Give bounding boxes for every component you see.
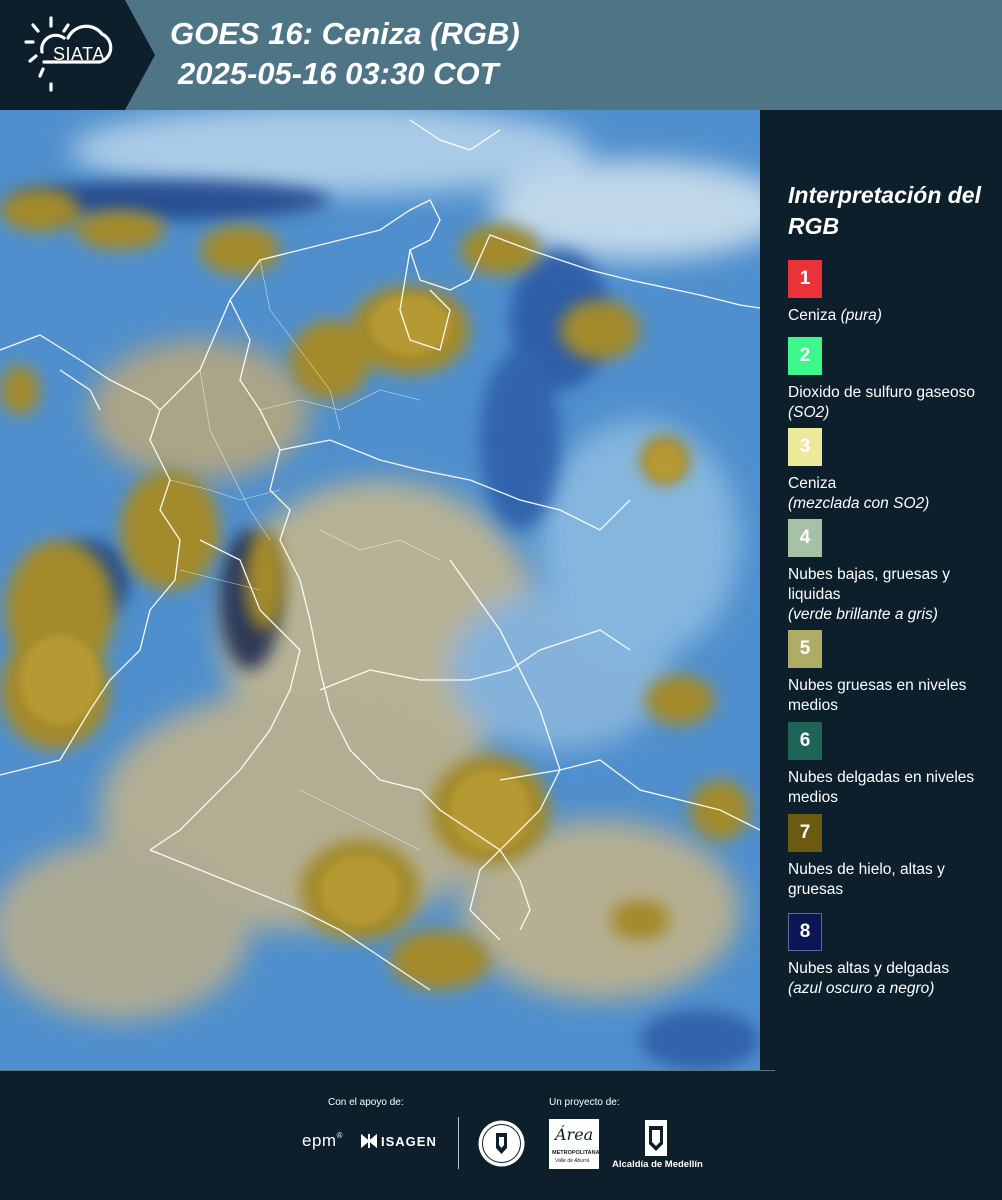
legend-item-7: 7 Nubes de hielo, altas y gruesas <box>788 814 993 900</box>
area-logo-line3: Valle de Aburrá <box>555 1158 590 1164</box>
legend-label: Nubes delgadas en niveles medios <box>788 768 993 808</box>
legend-swatch: 8 <box>788 913 822 951</box>
area-logo-word: Área <box>555 1125 594 1144</box>
support-label: Con el apoyo de: <box>328 1097 404 1108</box>
legend-note: (mezclada con SO2) <box>788 495 930 512</box>
satellite-image <box>0 110 760 1070</box>
legend-label-text: Ceniza <box>788 307 837 324</box>
epm-logo: epm® <box>302 1131 343 1150</box>
legend-note: (verde brillante a gris) <box>788 606 938 623</box>
project-label: Un proyecto de: <box>549 1097 620 1108</box>
legend-number: 2 <box>799 345 811 366</box>
legend-swatch: 6 <box>788 722 822 760</box>
legend-label: Nubes bajas, gruesas y liquidas (verde br… <box>788 565 993 625</box>
legend-number: 6 <box>799 730 811 751</box>
footer-divider <box>0 1070 775 1071</box>
legend-label-text: Nubes bajas, gruesas y liquidas <box>788 566 950 603</box>
footer-vertical-divider <box>458 1117 459 1169</box>
legend-label-text: Dioxido de sulfuro gaseoso <box>788 384 975 401</box>
legend-swatch: 4 <box>788 519 822 557</box>
legend-item-6: 6 Nubes delgadas en niveles medios <box>788 722 993 808</box>
legend-note: (azul oscuro a negro) <box>788 980 935 997</box>
legend-label-text: Ceniza <box>788 475 837 492</box>
legend-swatch: 5 <box>788 630 822 668</box>
legend-number: 3 <box>799 436 811 457</box>
legend-note: (SO2) <box>788 404 830 421</box>
legend-item-8: 8 Nubes altas y delgadas (azul oscuro a n… <box>788 913 993 999</box>
legend-item-2: 2 Dioxido de sulfuro gaseoso (SO2) <box>788 337 993 423</box>
legend-item-3: 3 Ceniza (mezclada con SO2) <box>788 428 993 514</box>
legend-number: 7 <box>799 822 811 843</box>
university-seal-icon <box>478 1120 525 1167</box>
isagen-logo: ISAGEN <box>381 1134 437 1149</box>
legend-label-text: Nubes delgadas en niveles medios <box>788 769 975 806</box>
legend-swatch: 2 <box>788 337 822 375</box>
legend-label: Nubes gruesas en niveles medios <box>788 676 993 716</box>
legend-label-text: Nubes de hielo, altas y gruesas <box>788 861 945 898</box>
legend-label: Ceniza (mezclada con SO2) <box>788 474 993 514</box>
area-metropolitana-logo: Área METROPOLITANA Valle de Aburrá <box>549 1119 600 1169</box>
medellin-coat-of-arms-icon <box>645 1120 667 1156</box>
legend-label: Nubes altas y delgadas (azul oscuro a neg… <box>788 959 993 999</box>
legend-item-1: 1 Ceniza (pura) <box>788 260 993 326</box>
legend-label: Ceniza (pura) <box>788 306 993 326</box>
legend-title: Interpretación del RGB <box>788 182 981 239</box>
page-title: GOES 16: Ceniza (RGB) 2025-05-16 03:30 C… <box>170 14 520 94</box>
epm-logo-text: epm <box>302 1131 337 1150</box>
legend-swatch: 7 <box>788 814 822 852</box>
siata-logo: SIATA <box>0 0 155 110</box>
legend-note: (pura) <box>840 307 882 324</box>
legend-swatch: 3 <box>788 428 822 466</box>
legend-label: Dioxido de sulfuro gaseoso (SO2) <box>788 383 993 423</box>
title-product: GOES 16: Ceniza (RGB) <box>170 16 520 51</box>
legend-number: 4 <box>799 527 811 548</box>
legend-number: 5 <box>799 638 811 659</box>
legend-number: 1 <box>799 268 811 289</box>
header: SIATA GOES 16: Ceniza (RGB) 2025-05-16 0… <box>0 0 1002 110</box>
legend-panel: Interpretación del RGB 1 Ceniza (pura) 2… <box>760 110 1002 1070</box>
area-logo-line2: METROPOLITANA <box>552 1150 600 1156</box>
legend-swatch: 1 <box>788 260 822 298</box>
footer: Con el apoyo de: Un proyecto de: epm® IS… <box>0 1070 1002 1200</box>
legend-item-4: 4 Nubes bajas, gruesas y liquidas (verde … <box>788 519 993 625</box>
logo-wordmark: SIATA <box>53 44 105 64</box>
legend-number: 8 <box>799 921 811 942</box>
legend-label-text: Nubes gruesas en niveles medios <box>788 677 967 714</box>
legend-label: Nubes de hielo, altas y gruesas <box>788 860 993 900</box>
satellite-map <box>0 110 760 1070</box>
legend-item-5: 5 Nubes gruesas en niveles medios <box>788 630 993 716</box>
legend-label-text: Nubes altas y delgadas <box>788 960 950 977</box>
isagen-icon <box>361 1133 377 1149</box>
alcaldia-logo: Alcaldía de Medellín <box>612 1159 703 1170</box>
title-datetime: 2025-05-16 03:30 COT <box>178 56 499 91</box>
